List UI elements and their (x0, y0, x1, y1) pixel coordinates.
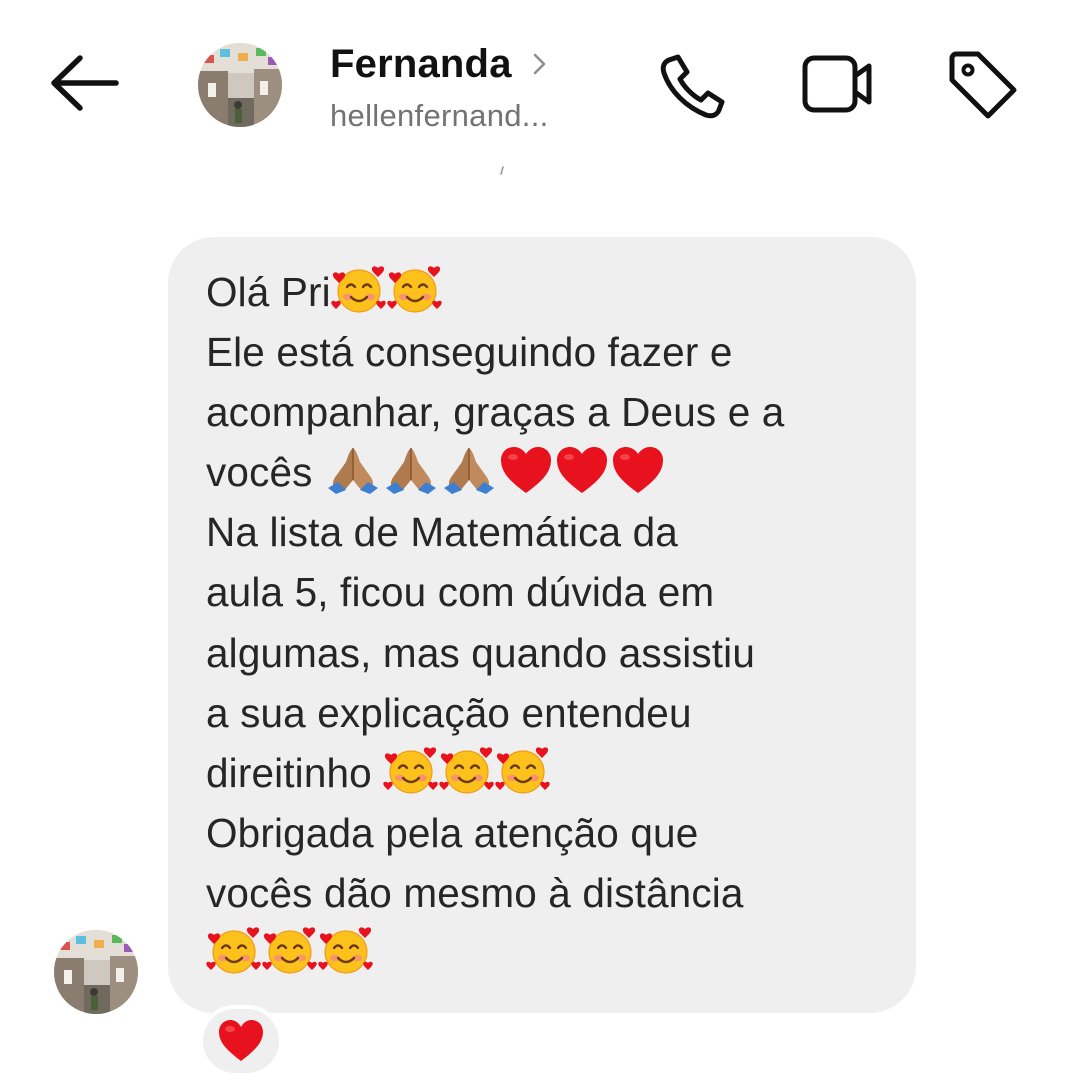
sender-avatar[interactable] (54, 930, 138, 1014)
label-button[interactable] (944, 48, 1020, 124)
contact-username: hellenfernand... (330, 98, 549, 133)
message-line: Obrigada pela atenção que (206, 803, 886, 863)
message-text: Olá Pri (206, 269, 331, 315)
message-text: Ele está conseguindo fazer e (206, 329, 733, 376)
message-text: algumas, mas quando assistiu (206, 629, 755, 676)
message-text: direitinho (206, 749, 384, 796)
arrow-left-icon (51, 55, 119, 111)
message-line: direitinho (206, 743, 886, 803)
message-reaction[interactable] (199, 1005, 283, 1077)
folded-hands-icon (385, 448, 436, 495)
smiling-face-with-hearts-icon (331, 266, 386, 313)
message-line: Olá Pri (206, 262, 886, 322)
smiling-face-with-hearts-icon (495, 747, 550, 794)
folded-hands-icon (443, 448, 494, 495)
video-call-button[interactable] (800, 48, 876, 124)
smiling-face-with-hearts-icon (206, 927, 261, 974)
red-heart-icon (612, 447, 663, 494)
red-heart-icon (219, 1020, 263, 1061)
message-text: vocês (206, 449, 324, 496)
message-text: acompanhar, graças a Deus e a (206, 389, 785, 436)
message-text: a sua explicação entendeu (206, 689, 692, 736)
message-line: acompanhar, graças a Deus e a (206, 382, 886, 442)
message-line: aula 5, ficou com dúvida em (206, 562, 886, 622)
smiling-face-with-hearts-icon (262, 927, 317, 974)
video-camera-icon (802, 55, 872, 113)
message-line: a sua explicação entendeu (206, 683, 886, 743)
message-text: Na lista de Matemática da (206, 509, 678, 556)
chat-header: Fernanda hellenfernand... (0, 0, 1080, 170)
contact-avatar[interactable] (198, 43, 282, 127)
scroll-marker (500, 166, 504, 175)
message-line: algumas, mas quando assistiu (206, 623, 886, 683)
message-line: Ele está conseguindo fazer e (206, 322, 886, 382)
red-heart-icon (500, 447, 551, 494)
message-line: vocês dão mesmo à distância (206, 863, 886, 923)
smiling-face-with-hearts-icon (318, 927, 373, 974)
smiling-face-with-hearts-icon (387, 266, 442, 313)
folded-hands-icon (327, 448, 378, 495)
voice-call-button[interactable] (656, 48, 732, 124)
message-bubble[interactable]: Olá Pri Ele está conseguindo fazer e acomp… (168, 237, 916, 1013)
chevron-right-icon (533, 53, 545, 75)
message-text: aula 5, ficou com dúvida em (206, 569, 715, 616)
message-text: Obrigada pela atenção que (206, 809, 699, 856)
back-button[interactable] (44, 48, 124, 118)
message-line: Na lista de Matemática da (206, 502, 886, 562)
message-text: vocês dão mesmo à distância (206, 869, 744, 916)
phone-icon (660, 54, 725, 119)
tag-icon (949, 51, 1017, 119)
message-line: vocês (206, 442, 886, 502)
contact-title[interactable]: Fernanda hellenfernand... (330, 38, 630, 134)
smiling-face-with-hearts-icon (383, 747, 438, 794)
message-line (206, 923, 886, 983)
contact-name: Fernanda (330, 41, 512, 86)
smiling-face-with-hearts-icon (439, 747, 494, 794)
red-heart-icon (556, 447, 607, 494)
